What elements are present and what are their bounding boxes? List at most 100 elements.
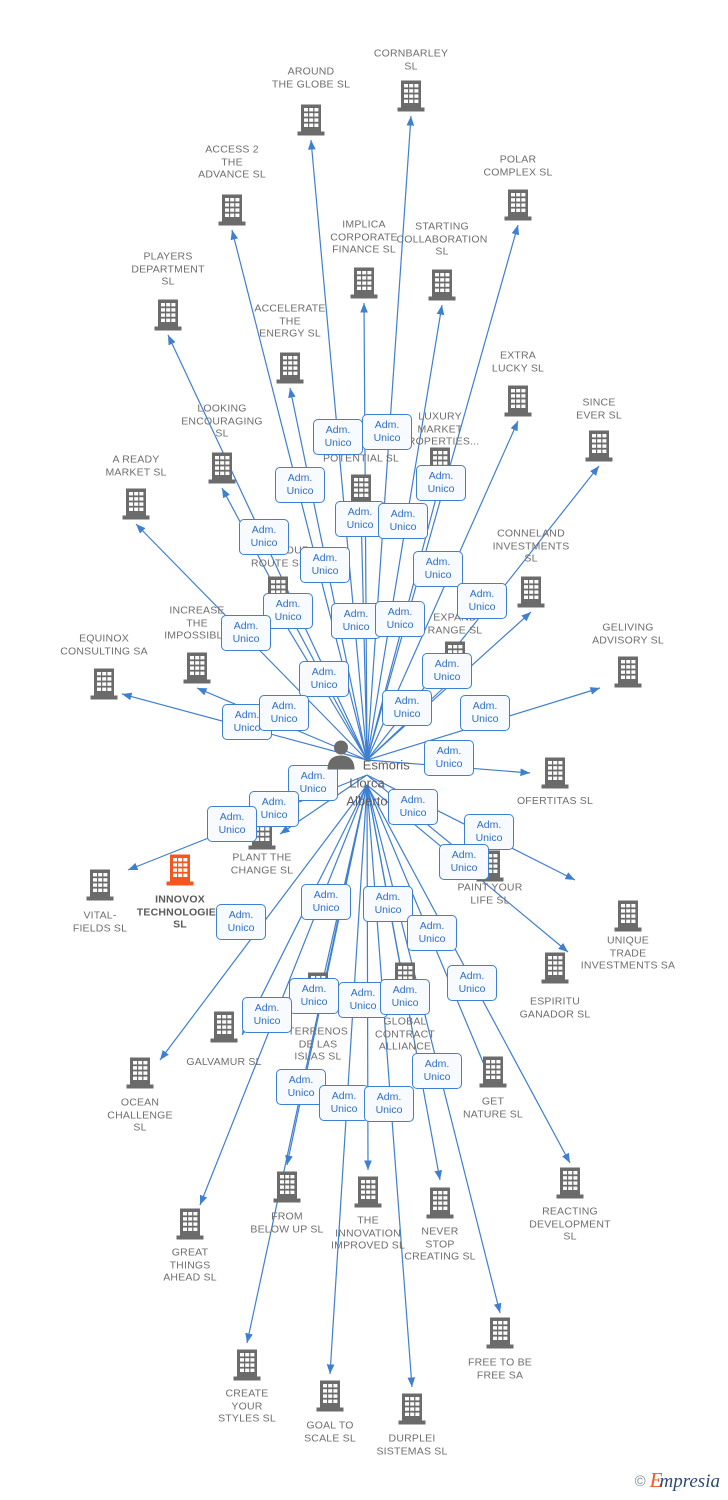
company-node-ofertitas[interactable] (535, 756, 575, 790)
company-label-starting-collab: STARTING COLLABORATION SL (382, 220, 502, 258)
company-label-since-ever: SINCE EVER SL (539, 397, 659, 422)
role-badge[interactable]: Adm. Unico (422, 653, 472, 689)
building-icon (210, 1011, 238, 1043)
role-badge[interactable]: Adm. Unico (460, 695, 510, 731)
company-node-innovox[interactable] (160, 853, 200, 887)
role-badge[interactable]: Adm. Unico (413, 551, 463, 587)
company-node-extra-lucky[interactable] (498, 384, 538, 418)
company-node-around-globe[interactable] (291, 103, 331, 137)
company-node-durplei[interactable] (392, 1392, 432, 1426)
company-label-extra-lucky: EXTRA LUCKY SL (458, 350, 578, 375)
company-label-text: GELIVING ADVISORY SL (592, 621, 664, 647)
center-person-node[interactable]: Esmoris Llorca Alberto (312, 740, 422, 811)
company-node-equinox[interactable] (84, 667, 124, 701)
company-label-text: REACTING DEVELOPMENT SL (529, 1205, 611, 1243)
company-node-since-ever[interactable] (579, 429, 619, 463)
role-badge[interactable]: Adm. Unico (301, 884, 351, 920)
company-label-text: ACCELERATE THE ENERGY SL (254, 302, 326, 340)
role-badge[interactable]: Adm. Unico (424, 740, 474, 776)
role-badge[interactable]: Adm. Unico (407, 915, 457, 951)
company-node-players-dept[interactable] (148, 298, 188, 332)
company-node-polar-complex[interactable] (498, 188, 538, 222)
role-badge[interactable]: Adm. Unico (300, 547, 350, 583)
role-badge[interactable]: Adm. Unico (216, 904, 266, 940)
company-label-text: PAINT YOUR LIFE SL (457, 881, 523, 907)
company-label-galvamur: GALVAMUR SL (164, 1056, 284, 1069)
company-label-players-dept: PLAYERS DEPARTMENT SL (108, 250, 228, 288)
role-badge[interactable]: Adm. Unico (289, 978, 339, 1014)
building-icon (183, 652, 211, 684)
role-badge[interactable]: Adm. Unico (242, 997, 292, 1033)
company-label-text: POLAR COMPLEX SL (483, 153, 553, 179)
role-badge[interactable]: Adm. Unico (319, 1085, 369, 1121)
role-badge[interactable]: Adm. Unico (331, 603, 381, 639)
company-label-text: EXTRA LUCKY SL (491, 349, 545, 375)
role-badge[interactable]: Adm. Unico (362, 414, 412, 450)
company-node-looking-encouraging[interactable] (202, 451, 242, 485)
company-label-geliving: GELIVING ADVISORY SL (568, 622, 688, 647)
building-icon (126, 1057, 154, 1089)
role-badge[interactable]: Adm. Unico (439, 844, 489, 880)
company-node-galvamur[interactable] (204, 1010, 244, 1044)
role-badge[interactable]: Adm. Unico (221, 615, 271, 651)
company-label-text: PLANT THE CHANGE SL (230, 851, 294, 877)
building-icon (122, 488, 150, 520)
company-node-goal-to-scale[interactable] (310, 1379, 350, 1413)
role-badge[interactable]: Adm. Unico (457, 583, 507, 619)
company-node-from-below-up[interactable] (267, 1170, 307, 1204)
role-badge[interactable]: Adm. Unico (313, 419, 363, 455)
building-icon (354, 1176, 382, 1208)
company-label-global-contract: GLOBAL CONTRACT ALLIANCE (345, 1015, 465, 1053)
company-node-cornbarley[interactable] (391, 79, 431, 113)
company-node-get-nature[interactable] (473, 1055, 513, 1089)
role-badge[interactable]: Adm. Unico (447, 965, 497, 1001)
company-node-reacting-dev[interactable] (550, 1166, 590, 1200)
company-label-a-ready-market: A READY MARKET SL (76, 454, 196, 479)
company-node-espiritu[interactable] (535, 951, 575, 985)
building-icon (504, 385, 532, 417)
company-node-implica[interactable] (344, 266, 384, 300)
role-badge[interactable]: Adm. Unico (416, 465, 466, 501)
building-icon (614, 656, 642, 688)
company-node-unique-trade[interactable] (608, 899, 648, 933)
building-icon (614, 900, 642, 932)
role-badge[interactable]: Adm. Unico (412, 1053, 462, 1089)
company-node-great-things[interactable] (170, 1207, 210, 1241)
company-node-access2[interactable] (212, 193, 252, 227)
role-badge[interactable]: Adm. Unico (375, 601, 425, 637)
building-icon (90, 668, 118, 700)
company-label-espiritu: ESPIRITU GANADOR SL (495, 996, 615, 1021)
company-label-text: OCEAN CHALLENGE SL (107, 1096, 173, 1134)
company-node-increase-impossible[interactable] (177, 651, 217, 685)
role-badge[interactable]: Adm. Unico (363, 886, 413, 922)
role-badge[interactable]: Adm. Unico (382, 690, 432, 726)
company-node-ocean-challenge[interactable] (120, 1056, 160, 1090)
company-node-the-innovation[interactable] (348, 1175, 388, 1209)
role-badge[interactable]: Adm. Unico (275, 467, 325, 503)
role-badge[interactable]: Adm. Unico (380, 979, 430, 1015)
company-node-starting-collab[interactable] (422, 268, 462, 302)
role-badge[interactable]: Adm. Unico (207, 806, 257, 842)
company-label-text: NEVER STOP CREATING SL (404, 1225, 476, 1263)
role-badge[interactable]: Adm. Unico (259, 695, 309, 731)
role-badge[interactable]: Adm. Unico (239, 519, 289, 555)
company-label-equinox: EQUINOX CONSULTING SA (44, 633, 164, 658)
building-icon (479, 1056, 507, 1088)
person-icon (327, 740, 355, 770)
company-node-vital-fields[interactable] (80, 868, 120, 902)
role-badge[interactable]: Adm. Unico (299, 661, 349, 697)
company-node-a-ready-market[interactable] (116, 487, 156, 521)
company-node-accelerate-energy[interactable] (270, 351, 310, 385)
company-label-never-stop: NEVER STOP CREATING SL (380, 1225, 500, 1263)
company-label-text: LOOKING ENCOURAGING SL (181, 402, 263, 440)
company-node-create-styles[interactable] (227, 1348, 267, 1382)
relationship-graph: CORNBARLEY SL AROUND THE GLOBE SL POLAR CO… (0, 0, 728, 1500)
company-node-conneland[interactable] (511, 575, 551, 609)
company-node-never-stop[interactable] (420, 1186, 460, 1220)
company-node-geliving[interactable] (608, 655, 648, 689)
company-label-text: GALVAMUR SL (186, 1055, 262, 1068)
company-node-free-to-be-free[interactable] (480, 1316, 520, 1350)
role-badge[interactable]: Adm. Unico (364, 1086, 414, 1122)
company-label-reacting-dev: REACTING DEVELOPMENT SL (510, 1205, 630, 1243)
role-badge[interactable]: Adm. Unico (378, 503, 428, 539)
